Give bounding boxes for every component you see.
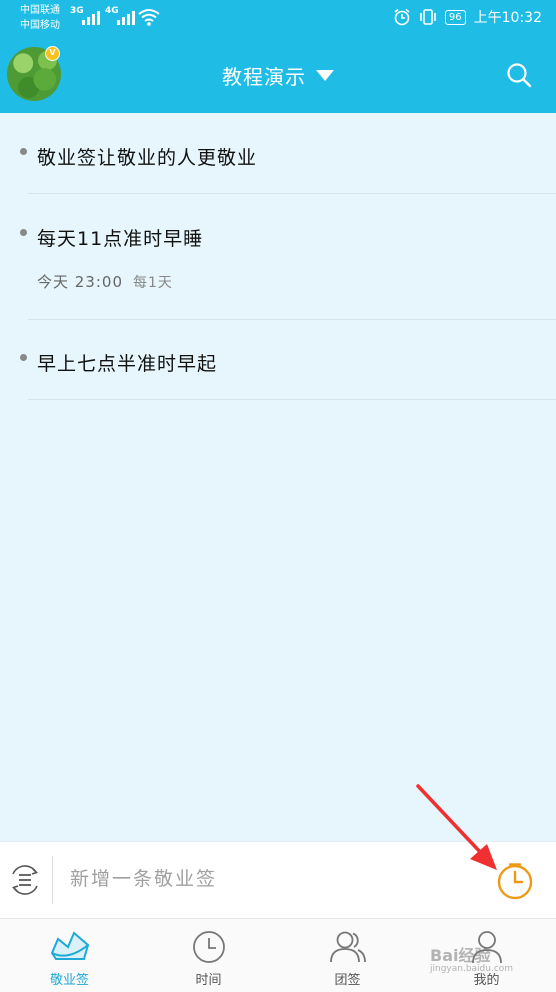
signal-icon [117,9,135,25]
bullet-icon [20,229,27,236]
group-icon [329,931,366,963]
alarm-icon [394,8,410,26]
annotation-arrow-icon [416,784,497,870]
page-title: 教程演示 [222,65,306,89]
watermark-logo: Bai经验 jingyan.baidu.com [430,942,513,974]
divider [28,399,556,400]
input-separator [52,856,53,904]
carrier-1: 中国联通 [20,5,60,16]
status-right: 96 上午10:32 [393,7,542,27]
carrier-2: 中国移动 [20,20,60,31]
watermark-brand: Bai经验 [430,946,491,965]
carrier-info: 中国联通 中国移动 [20,3,60,33]
new-note-input[interactable] [70,868,450,890]
note-tab-icon [50,931,89,960]
tab-group[interactable]: 团签 [278,919,417,992]
tab-note[interactable]: 敬业签 [0,919,139,992]
battery-indicator: 96 [444,9,466,25]
note-text: 敬业签让敬业的人更敬业 [37,147,258,169]
bullet-icon [20,148,27,155]
signal-icon [82,9,100,25]
title-dropdown[interactable]: 教程演示 [0,61,556,90]
vibrate-icon [420,9,436,25]
note-item[interactable]: 每天11点准时早睡 今天 23:00 每1天 [0,224,556,292]
app-header: V 教程演示 [0,36,556,113]
divider [28,193,556,194]
reminder-time: 今天 23:00 [37,273,123,291]
vip-badge: V [45,46,60,61]
status-bar: 中国联通 中国移动 3G 4G 96 上午10:32 [0,0,556,36]
list-switch-icon[interactable] [8,862,42,898]
tab-label: 团签 [334,973,361,988]
wifi-icon [138,9,160,26]
tab-label: 时间 [195,973,222,988]
status-time: 上午10:32 [473,10,542,26]
dropdown-caret-icon [316,70,334,81]
note-reminder: 今天 23:00 每1天 [37,271,556,292]
tab-label: 敬业签 [49,973,89,988]
search-icon[interactable] [506,62,532,88]
clock-icon [192,931,225,963]
divider [28,319,556,320]
note-item[interactable]: 早上七点半准时早起 [0,349,556,376]
note-text: 早上七点半准时早起 [37,353,218,375]
note-item[interactable]: 敬业签让敬业的人更敬业 [0,143,556,170]
bullet-icon [20,354,27,361]
watermark-url: jingyan.baidu.com [430,964,514,974]
note-text: 每天11点准时早睡 [37,228,204,250]
tab-time[interactable]: 时间 [139,919,278,992]
reminder-repeat: 每1天 [133,275,173,291]
